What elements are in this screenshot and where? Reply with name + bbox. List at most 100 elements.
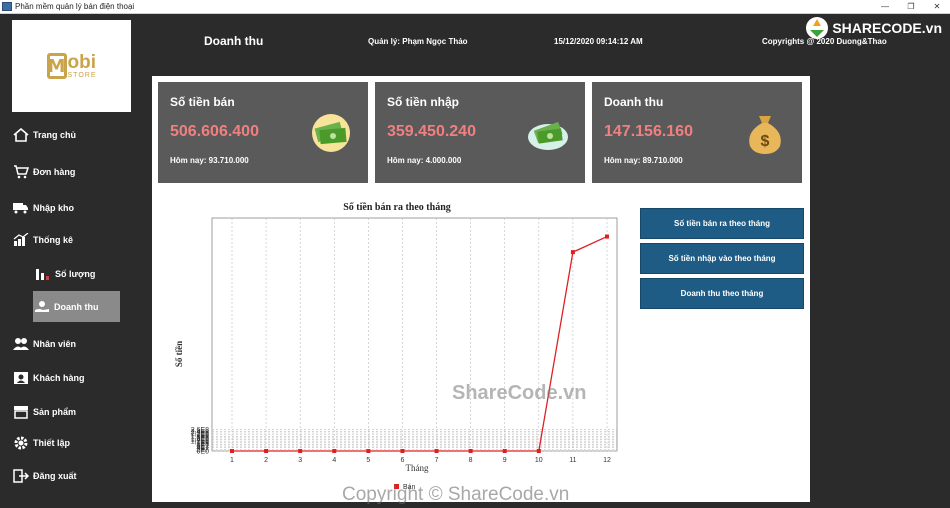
x-tick-label: 12 bbox=[603, 457, 611, 464]
nav-item-don-hang[interactable]: Đơn hàng bbox=[12, 162, 75, 182]
cash-icon bbox=[312, 114, 350, 152]
data-point bbox=[536, 449, 541, 453]
nav-label: Thống kê bbox=[33, 235, 73, 245]
home-icon bbox=[12, 127, 30, 143]
data-point bbox=[298, 449, 303, 453]
nav-label: Trang chủ bbox=[33, 130, 77, 140]
logo-sub: STORE bbox=[67, 71, 97, 79]
bar-chart-icon bbox=[34, 266, 52, 282]
nav-item-thiet-lap[interactable]: Thiết lập bbox=[12, 433, 70, 453]
id-card-icon bbox=[12, 370, 30, 386]
chart-title: Số tiền bán ra theo tháng bbox=[343, 202, 451, 213]
data-point bbox=[264, 449, 269, 453]
x-tick-label: 4 bbox=[332, 457, 336, 464]
sharecode-logo: SHARECODE.vn bbox=[805, 14, 942, 42]
users-icon bbox=[12, 336, 30, 352]
sharecode-logo-icon bbox=[806, 17, 829, 39]
data-point bbox=[366, 449, 371, 453]
chart-xlabel: Tháng bbox=[406, 463, 429, 473]
chart-ylabel: Số tiền bbox=[174, 341, 184, 367]
nav-label: Đơn hàng bbox=[33, 167, 76, 177]
card-title: Số tiền nhập bbox=[387, 95, 459, 109]
x-tick-label: 3 bbox=[298, 457, 302, 464]
nav-item-thong-ke[interactable]: Thống kê bbox=[12, 230, 73, 250]
app-icon bbox=[2, 2, 12, 11]
x-tick-label: 11 bbox=[569, 457, 576, 464]
main-panel: Số tiền bán 506.606.400 Hôm nay: 93.710.… bbox=[152, 76, 810, 505]
card-revenue: Doanh thu 147.156.160 Hôm nay: 89.710.00… bbox=[592, 82, 802, 183]
app-window: M obi STORE Doanh thu Quản lý: Phạm Ngọc… bbox=[0, 14, 950, 508]
store-logo: M obi STORE bbox=[12, 20, 131, 112]
nav-item-nhap-kho[interactable]: Nhập kho bbox=[12, 198, 74, 218]
data-point bbox=[570, 250, 575, 255]
nav-item-san-pham[interactable]: Sản phẩm bbox=[12, 402, 76, 422]
money-bag-icon: $ bbox=[749, 116, 781, 154]
plot-area bbox=[211, 217, 618, 452]
cart-icon bbox=[12, 164, 30, 180]
chart-icon bbox=[12, 232, 30, 248]
svg-text:$: $ bbox=[761, 133, 770, 150]
card-today: Hôm nay: 89.710.000 bbox=[604, 156, 683, 165]
money-hand-icon bbox=[33, 299, 51, 315]
close-button[interactable]: ✕ bbox=[924, 0, 950, 14]
nav-item-nhan-vien[interactable]: Nhân viên bbox=[12, 334, 76, 354]
x-tick-label: 6 bbox=[401, 457, 405, 464]
x-tick-label: 1 bbox=[230, 457, 234, 464]
manager-label: Quản lý: Phạm Ngọc Thảo bbox=[368, 37, 468, 46]
card-value: 359.450.240 bbox=[387, 123, 476, 140]
nav-label: Sản phẩm bbox=[33, 407, 77, 417]
logo-word: obi bbox=[67, 51, 97, 73]
card-value: 506.606.400 bbox=[170, 123, 259, 140]
data-point bbox=[400, 449, 405, 453]
revenue-by-month-button[interactable]: Doanh thu theo tháng bbox=[640, 278, 804, 309]
card-title: Doanh thu bbox=[604, 95, 664, 109]
card-today: Hôm nay: 4.000.000 bbox=[387, 156, 462, 165]
data-point bbox=[605, 234, 609, 239]
sales-by-month-button[interactable]: Số tiền bán ra theo tháng bbox=[640, 208, 804, 239]
watermark-center: ShareCode.vn bbox=[452, 382, 587, 404]
card-import: Số tiền nhập 359.450.240 Hôm nay: 4.000.… bbox=[375, 82, 585, 183]
card-title: Số tiền bán bbox=[170, 95, 235, 109]
cash-cloud-icon bbox=[528, 121, 568, 150]
sales-chart: Số tiền bán ra theo tháng Tháng Số tiền … bbox=[162, 194, 622, 502]
logout-icon bbox=[12, 468, 30, 484]
gear-icon bbox=[12, 435, 30, 451]
data-point bbox=[502, 449, 507, 453]
nav-label: Đăng xuất bbox=[33, 471, 77, 481]
card-value: 147.156.160 bbox=[604, 123, 693, 140]
x-tick-label: 7 bbox=[435, 457, 439, 464]
nav-item-so-luong[interactable]: Số lượng bbox=[34, 264, 95, 284]
data-point bbox=[230, 449, 234, 453]
nav-label: Thiết lập bbox=[33, 438, 71, 448]
y-tick-label: 2,6E8 bbox=[191, 427, 209, 434]
nav-item-dang-xuat[interactable]: Đăng xuất bbox=[12, 466, 77, 486]
x-tick-label: 5 bbox=[366, 457, 370, 464]
chart-svg: Số tiền bán ra theo tháng Tháng Số tiền … bbox=[174, 202, 618, 491]
page-title: Doanh thu bbox=[204, 34, 264, 48]
minimize-button[interactable]: — bbox=[872, 0, 898, 14]
import-by-month-button[interactable]: Số tiền nhập vào theo tháng bbox=[640, 243, 804, 274]
nav-label: Doanh thu bbox=[54, 301, 99, 312]
card-today: Hôm nay: 93.710.000 bbox=[170, 156, 249, 165]
x-tick-label: 10 bbox=[535, 457, 543, 464]
data-point bbox=[468, 449, 473, 453]
title-bar: Phần mềm quản lý bán điện thoại — ❐ ✕ bbox=[0, 0, 950, 14]
nav-item-khach-hang[interactable]: Khách hàng bbox=[12, 368, 85, 388]
nav-label: Nhân viên bbox=[33, 339, 77, 349]
maximize-button[interactable]: ❐ bbox=[898, 0, 924, 14]
nav-label: Số lượng bbox=[55, 269, 96, 279]
window-title: Phần mềm quản lý bán điện thoại bbox=[15, 2, 135, 11]
x-tick-label: 8 bbox=[469, 457, 473, 464]
card-sales: Số tiền bán 506.606.400 Hôm nay: 93.710.… bbox=[158, 82, 368, 183]
data-point bbox=[332, 449, 337, 453]
nav-item-trang-chu[interactable]: Trang chủ bbox=[12, 125, 76, 145]
logo-mark: M bbox=[46, 53, 67, 79]
data-point bbox=[434, 449, 439, 453]
store-icon bbox=[12, 404, 30, 420]
watermark-bottom: Copyright © ShareCode.vn bbox=[342, 484, 570, 505]
nav-label: Khách hàng bbox=[33, 373, 85, 383]
nav-label: Nhập kho bbox=[33, 203, 75, 213]
x-tick-label: 9 bbox=[503, 457, 507, 464]
truck-icon bbox=[12, 200, 30, 216]
nav-item-doanh-thu[interactable]: Doanh thu bbox=[33, 291, 120, 322]
